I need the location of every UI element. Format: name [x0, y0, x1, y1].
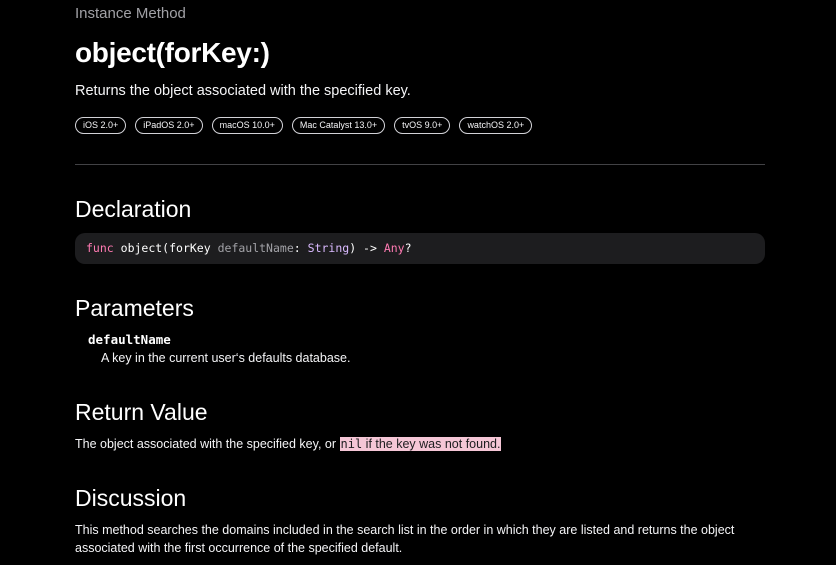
- abstract-text: Returns the object associated with the s…: [75, 83, 411, 99]
- return-value-highlight-text: if the key was not found.: [362, 437, 501, 451]
- availability-badge-ipados[interactable]: iPadOS 2.0+: [135, 117, 203, 134]
- code-type-string[interactable]: String: [308, 241, 350, 255]
- declaration-heading: Declaration: [75, 196, 192, 222]
- availability-badge-watchos[interactable]: watchOS 2.0+: [459, 117, 533, 134]
- parameter-name: defaultName: [88, 332, 171, 347]
- return-value-text: The object associated with the specified…: [75, 437, 502, 451]
- code-param-name: defaultName: [217, 241, 294, 255]
- return-value-text-start: The object associated with the specified…: [75, 437, 340, 451]
- availability-badge-macos[interactable]: macOS 10.0+: [211, 117, 283, 134]
- symbol-kind-label: Instance Method: [75, 5, 186, 22]
- code-optional-mark: ?: [404, 241, 412, 255]
- section-divider: [75, 164, 765, 165]
- code-keyword-func: func: [86, 241, 114, 255]
- parameters-heading: Parameters: [75, 295, 194, 321]
- declaration-code: func object(forKey defaultName: String) …: [75, 233, 765, 264]
- return-value-highlight: nil if the key was not found.: [339, 437, 502, 451]
- return-value-heading: Return Value: [75, 399, 208, 425]
- availability-badges: iOS 2.0+ iPadOS 2.0+ macOS 10.0+ Mac Cat…: [75, 117, 533, 134]
- code-colon: :: [293, 241, 301, 255]
- availability-badge-tvos[interactable]: tvOS 9.0+: [394, 117, 451, 134]
- parameter-description: A key in the current user‘s defaults dat…: [101, 351, 351, 365]
- discussion-text: This method searches the domains include…: [75, 523, 735, 555]
- code-return-type: Any: [383, 241, 405, 255]
- availability-badge-ios[interactable]: iOS 2.0+: [75, 117, 127, 134]
- code-arrow: ) ->: [349, 241, 377, 255]
- return-value-nil-code: nil: [340, 437, 363, 451]
- availability-badge-mac-catalyst[interactable]: Mac Catalyst 13.0+: [291, 117, 386, 134]
- code-method-name: object(forKey: [120, 241, 211, 255]
- page-title: object(forKey:): [75, 37, 270, 68]
- discussion-heading: Discussion: [75, 485, 187, 511]
